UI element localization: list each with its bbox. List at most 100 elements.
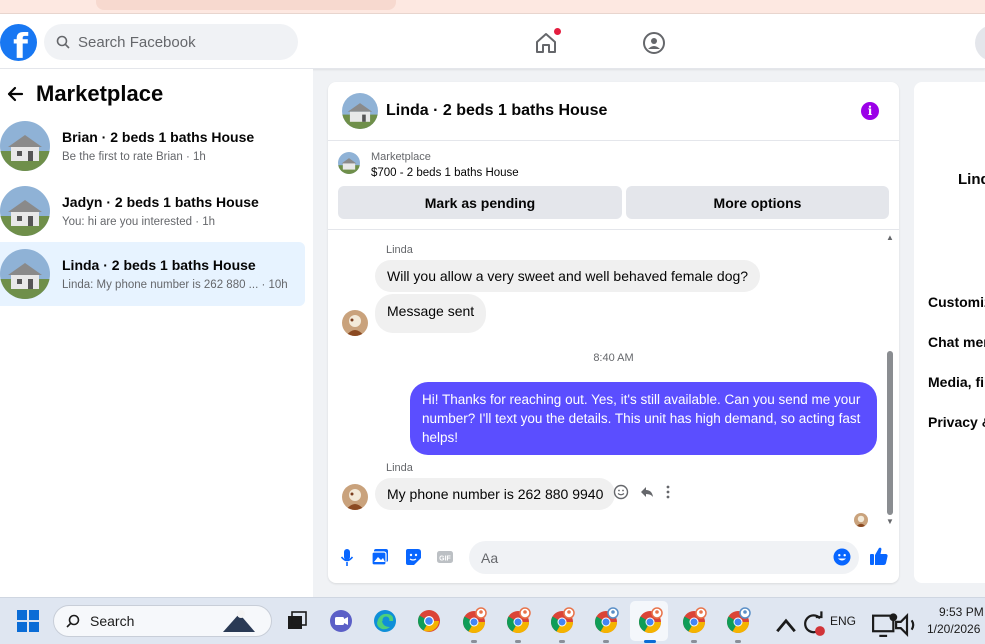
running-indicator [691,640,697,643]
like-icon[interactable] [869,546,889,566]
incoming-message[interactable]: My phone number is 262 880 9940 [375,478,616,510]
conversation-item-linda[interactable]: Linda · 2 beds 1 baths House Linda: My p… [0,242,305,306]
reply-icon[interactable] [639,484,655,500]
message-input[interactable]: Aa [469,541,859,574]
svg-text:GIF: GIF [439,556,451,563]
chat-avatar[interactable] [342,93,378,129]
chrome-profile-icon[interactable] [548,607,576,635]
running-indicator [735,640,741,643]
clock-time[interactable]: 9:53 PM [939,605,984,619]
microphone-icon[interactable] [340,548,354,568]
mark-as-pending-button[interactable]: Mark as pending [338,186,622,219]
sync-icon[interactable] [799,610,827,638]
volume-icon[interactable] [893,611,921,639]
sidebar-title: Marketplace [36,81,164,106]
chrome-profile-icon[interactable] [724,607,752,635]
conversation-preview: Be the first to rate Brian · 1h [62,151,206,163]
sender-avatar [342,310,368,336]
chrome-profile-icon[interactable] [504,607,532,635]
taskbar-search[interactable]: Search [53,605,272,637]
running-indicator [515,640,521,643]
chevron-up-icon[interactable] [772,612,800,640]
house-thumbnail [0,121,50,171]
scroll-up-arrow[interactable]: ▲ [886,233,894,242]
chrome-profile-icon[interactable] [592,607,620,635]
search-highlight-icon [223,610,255,632]
clock-date[interactable]: 1/20/2026 [927,622,980,636]
react-emoji-icon[interactable] [613,484,629,500]
taskbar-search-label: Search [90,613,135,629]
search-icon [66,614,80,628]
notification-dot [554,28,561,35]
message-composer: GIF Aa [328,538,899,583]
contact-name: Lind [958,171,985,188]
language-indicator[interactable]: ENG [830,614,856,628]
chrome-icon[interactable] [415,607,443,635]
facebook-logo-icon[interactable]: f [0,24,37,61]
chat-title[interactable]: Linda · 2 beds 1 baths House [386,102,607,120]
chat-members-item[interactable]: Chat mer [928,334,985,350]
search-placeholder: Search Facebook [78,33,196,51]
running-indicator [559,640,565,643]
chrome-profile-icon[interactable] [460,607,488,635]
incoming-message[interactable]: Will you allow a very sweet and well beh… [375,260,761,292]
info-icon[interactable]: i [861,102,879,120]
chat-info-panel: Lind Customiz Chat mer Media, fil Privac… [914,82,985,583]
browser-tab-strip [0,0,985,14]
account-avatar[interactable] [975,25,985,61]
more-options-button[interactable]: More options [626,186,889,219]
house-thumbnail [0,249,50,299]
incoming-message[interactable]: Message sent [375,294,487,333]
timestamp-separator: 8:40 AM [593,352,634,364]
conversation-preview: You: hi are you interested · 1h [62,216,216,228]
sender-label: Linda [386,462,413,474]
message-actions [613,484,671,500]
groups-icon [643,32,665,54]
conversation-name: Brian · 2 beds 1 baths House [62,129,255,145]
conversation-item-jadyn[interactable]: Jadyn · 2 beds 1 baths House You: hi are… [0,179,305,243]
scroll-thumb[interactable] [887,351,893,515]
emoji-icon[interactable] [833,548,851,566]
sender-label: Linda [386,244,413,256]
active-indicator [644,640,656,643]
search-icon [56,35,70,49]
listing-banner: Marketplace $700 - 2 beds 1 baths House … [328,142,899,230]
media-files-item[interactable]: Media, fil [928,374,985,390]
groups-nav-button[interactable] [641,30,667,56]
scroll-down-arrow[interactable]: ▼ [886,517,894,526]
listing-source: Marketplace [371,151,431,163]
privacy-support-item[interactable]: Privacy & [928,414,985,430]
running-indicator [603,640,609,643]
teams-icon[interactable] [327,607,355,635]
customize-chat-item[interactable]: Customiz [928,294,985,310]
photo-icon[interactable] [371,548,389,566]
chat-scrollbar[interactable]: ▲ ▼ [885,233,895,526]
conversation-name: Jadyn · 2 beds 1 baths House [62,194,259,210]
chrome-profile-icon-active[interactable] [636,607,664,635]
windows-taskbar: Search ENG 9:53 PM 1/20/2026 [0,597,985,644]
sidebar-header: Marketplace [6,81,163,107]
edge-icon[interactable] [371,607,399,635]
task-view-icon[interactable] [283,607,311,635]
message-placeholder: Aa [481,549,499,566]
chrome-profile-icon[interactable] [680,607,708,635]
back-arrow-icon[interactable] [6,85,24,103]
listing-thumbnail[interactable] [338,152,360,174]
house-thumbnail [0,186,50,236]
outgoing-message[interactable]: Hi! Thanks for reaching out. Yes, it's s… [410,382,877,455]
conversation-item-brian[interactable]: Brian · 2 beds 1 baths House Be the firs… [0,114,305,178]
gif-icon[interactable]: GIF [436,548,454,566]
chat-panel: Linda · 2 beds 1 baths House i Marketpla… [328,82,899,583]
chat-header: Linda · 2 beds 1 baths House i [328,82,899,141]
sender-avatar [342,484,368,510]
sticker-icon[interactable] [404,548,422,566]
windows-start-icon[interactable] [17,610,39,632]
home-nav-button[interactable] [533,28,561,56]
listing-price-title[interactable]: $700 - 2 beds 1 baths House [371,167,519,179]
search-facebook-input[interactable]: Search Facebook [44,24,298,60]
more-vertical-icon[interactable] [665,484,671,500]
conversation-name: Linda · 2 beds 1 baths House [62,257,256,273]
running-indicator [471,640,477,643]
read-receipt-avatar [854,513,868,527]
browser-address-stub[interactable] [96,0,396,10]
